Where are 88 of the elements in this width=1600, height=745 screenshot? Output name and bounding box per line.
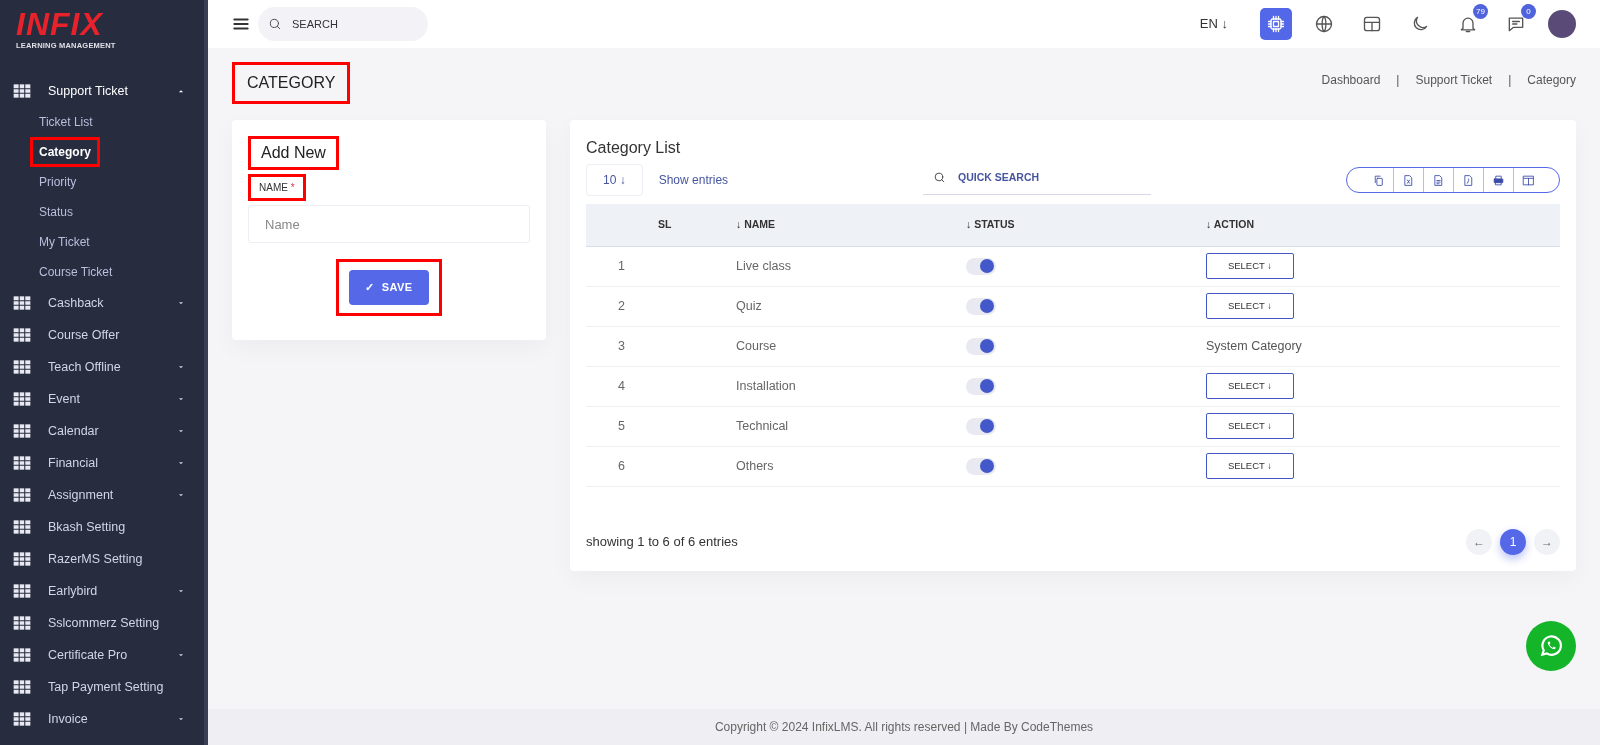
table-cell: 4 xyxy=(586,366,706,406)
table-cell: 6 xyxy=(586,446,706,486)
sidebar-item[interactable]: Bkash Setting xyxy=(0,511,204,544)
chat-float-button[interactable] xyxy=(1526,621,1576,671)
footer-text: Copyright © 2024 InfixLMS. All rights reserved | Made By CodeThemes xyxy=(714,719,1094,736)
page-button[interactable]: 1 xyxy=(1500,528,1526,555)
search-icon xyxy=(933,171,947,184)
table-cell: 1 xyxy=(586,246,706,286)
sidebar-item[interactable]: Invoice xyxy=(0,703,204,736)
field-label: NAME * xyxy=(258,181,296,195)
print-icon xyxy=(1492,173,1505,187)
table-cell: Technical xyxy=(706,406,936,446)
sidebar-item[interactable]: Teach Offline xyxy=(0,351,204,384)
sidebar-item[interactable]: Support Ticket xyxy=(0,75,204,108)
sidebar-item[interactable]: Assignment xyxy=(0,479,204,512)
status-toggle[interactable] xyxy=(966,297,996,315)
sidebar-item[interactable]: Cashback xyxy=(0,287,204,320)
status-toggle[interactable] xyxy=(966,377,996,395)
select-dropdown-button[interactable]: SELECT ↓ xyxy=(1206,253,1294,279)
document-icon xyxy=(1432,173,1445,187)
breadcrumb-link[interactable]: Support Ticket xyxy=(1415,71,1493,89)
previous-page-button[interactable]: ← xyxy=(1466,528,1492,555)
sidebar-item[interactable]: Calendar xyxy=(0,415,204,448)
next-page-button[interactable]: → xyxy=(1534,528,1560,555)
sidebar-subitem[interactable]: Course Ticket xyxy=(33,260,119,285)
table-cell: Live class xyxy=(706,246,936,286)
column-header[interactable]: ↓ ACTION xyxy=(1176,204,1560,246)
notification-badge: 0 xyxy=(1521,4,1536,19)
columns-icon xyxy=(1522,173,1535,187)
phone-bubble-icon xyxy=(1538,633,1564,659)
table-cell: Installation xyxy=(706,366,936,406)
notification-badge: 79 xyxy=(1473,4,1488,19)
page-title: CATEGORY xyxy=(246,73,337,93)
sidebar-subitem[interactable]: Priority xyxy=(33,170,83,195)
status-toggle[interactable] xyxy=(966,457,996,475)
status-toggle[interactable] xyxy=(966,257,996,275)
breadcrumb-separator: | xyxy=(1396,72,1400,89)
quick-search-bar[interactable]: QUICK SEARCH xyxy=(923,164,1152,196)
logo-title: INFIX xyxy=(16,8,104,40)
table-cell: Others xyxy=(706,446,936,486)
breadcrumb-link[interactable]: Dashboard xyxy=(1321,71,1381,89)
save-button[interactable]: ✓ SAVE xyxy=(349,270,429,305)
breadcrumb-link[interactable]: Category xyxy=(1527,71,1576,89)
column-header[interactable]: ↓ NAME xyxy=(706,204,936,246)
breadcrumb-separator: | xyxy=(1508,72,1512,89)
status-toggle[interactable] xyxy=(966,417,996,435)
page-size-select[interactable]: 10 ↓ xyxy=(586,164,643,196)
entries-summary: showing 1 to 6 of 6 entries xyxy=(586,532,738,551)
table-cell: 5 xyxy=(586,406,706,446)
status-toggle[interactable] xyxy=(966,337,996,355)
language-selector[interactable]: EN ↓ xyxy=(1199,14,1228,34)
select-dropdown-button[interactable]: SELECT ↓ xyxy=(1206,413,1294,439)
sidebar-subitem[interactable]: My Ticket xyxy=(33,230,96,255)
spreadsheet-file-icon xyxy=(1402,173,1415,187)
select-dropdown-button[interactable]: SELECT ↓ xyxy=(1206,453,1294,479)
sidebar-item[interactable]: Certificate Pro xyxy=(0,639,204,672)
sidebar-item[interactable]: Event xyxy=(0,383,204,416)
globe-icon xyxy=(1314,14,1334,34)
column-header[interactable]: SL xyxy=(586,204,706,246)
pdf-file-icon xyxy=(1462,173,1475,187)
chip-icon xyxy=(1266,14,1286,34)
select-dropdown-button[interactable]: SELECT ↓ xyxy=(1206,293,1294,319)
search-bar[interactable]: SEARCH xyxy=(258,7,428,41)
sidebar-item[interactable]: Earlybird xyxy=(0,575,204,608)
sidebar-item[interactable]: Sslcommerz Setting xyxy=(0,607,204,640)
table-cell: Course xyxy=(706,326,936,366)
search-icon xyxy=(268,17,282,31)
show-entries-label: Show entries xyxy=(658,172,729,189)
column-header[interactable]: ↓ STATUS xyxy=(936,204,1176,246)
card-title: Category List xyxy=(586,138,682,158)
sidebar-item[interactable]: Course Offer xyxy=(0,319,204,352)
sidebar-subitem[interactable]: Status xyxy=(33,200,80,225)
sidebar-item[interactable]: Tap Payment Setting xyxy=(0,671,204,704)
sidebar-subitem[interactable]: Category xyxy=(33,140,97,165)
table-cell: 3 xyxy=(586,326,706,366)
form-title: Add New xyxy=(260,143,327,163)
sidebar-item[interactable]: Financial xyxy=(0,447,204,480)
toolbar-button[interactable] xyxy=(1260,8,1292,40)
layout-icon xyxy=(1362,14,1382,34)
avatar[interactable] xyxy=(1548,10,1576,38)
sidebar-item[interactable]: RazerMS Setting xyxy=(0,543,204,576)
select-dropdown-button[interactable]: SELECT ↓ xyxy=(1206,373,1294,399)
sidebar-subitem[interactable]: Ticket List xyxy=(33,110,99,135)
search-field[interactable]: SEARCH xyxy=(290,14,400,34)
table-cell: Quiz xyxy=(706,286,936,326)
table-cell-note: System Category xyxy=(1206,338,1302,353)
name-input[interactable]: Name xyxy=(248,205,530,243)
table-cell: 2 xyxy=(586,286,706,326)
